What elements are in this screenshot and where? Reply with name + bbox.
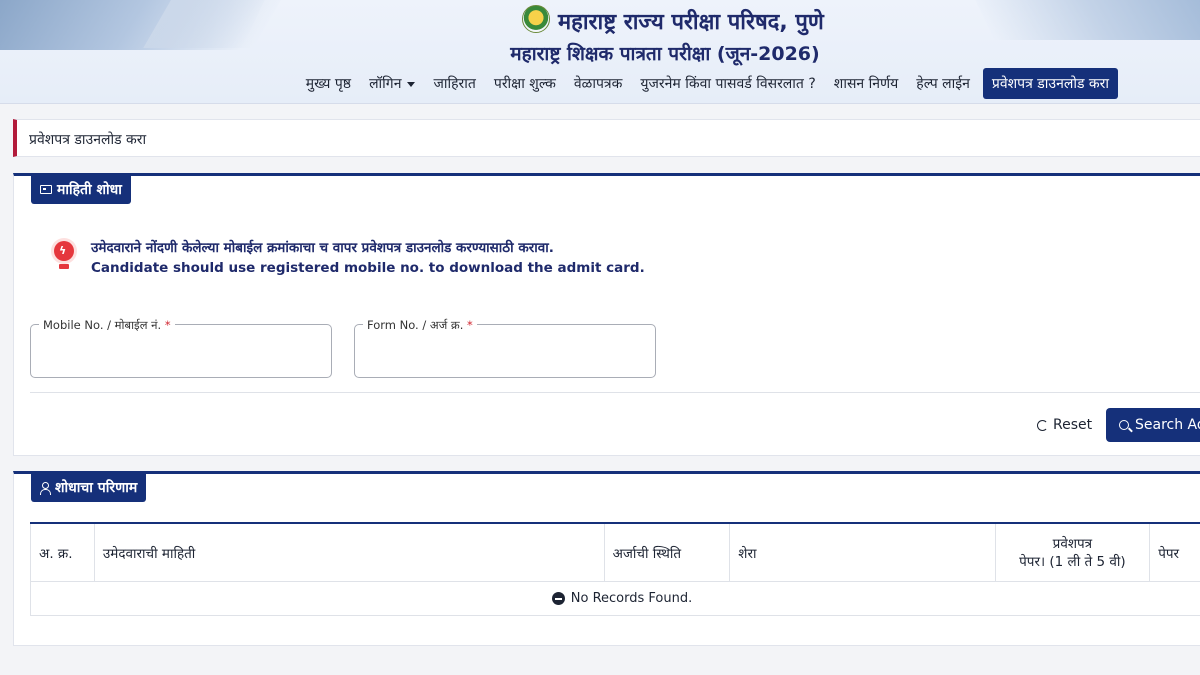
result-panel: शोधाचा परिणाम अ. क्र. उमेदवाराची माहिती … <box>13 471 1200 646</box>
nav-login-label: लॉगिन <box>369 76 402 92</box>
reset-label: Reset <box>1053 417 1093 433</box>
page-title: प्रवेशपत्र डाउनलोड करा <box>29 132 147 148</box>
nav-home[interactable]: मुख्य पृष्ठ <box>297 68 360 99</box>
refresh-icon <box>1037 419 1048 431</box>
result-panel-title: शोधाचा परिणाम <box>55 480 138 496</box>
search-button[interactable]: Search Ad <box>1106 408 1200 442</box>
site-header: महाराष्ट्र राज्य परीक्षा परिषद, पुणे महा… <box>0 0 1200 104</box>
user-icon <box>40 481 51 495</box>
lightbulb-alert-icon: ϟ <box>52 241 76 271</box>
no-entry-icon <box>551 592 565 605</box>
form-no-input[interactable] <box>365 339 645 365</box>
search-label: Search Ad <box>1135 417 1200 433</box>
mobile-input[interactable] <box>41 339 321 365</box>
nav-advertisement[interactable]: जाहिरात <box>424 68 484 99</box>
chevron-down-icon <box>407 81 416 87</box>
col-serial: अ. क्र. <box>31 524 95 581</box>
required-mark: * <box>164 318 171 332</box>
nav-forgot-credentials[interactable]: युजरनेम किंवा पासवर्ड विसरलात ? <box>631 68 824 99</box>
col-candidate-info: उमेदवाराची माहिती <box>95 524 605 581</box>
form-no-label-text: Form No. / अर्ज क्र. <box>367 318 464 332</box>
notice-english: Candidate should use registered mobile n… <box>91 260 645 276</box>
form-no-field: Form No. / अर्ज क्र. * <box>354 318 656 378</box>
col-application-status: अर्जाची स्थिति <box>605 524 731 581</box>
notice-marathi: उमेदवाराने नोंदणी केलेल्या मोबाईल क्रमां… <box>91 240 554 256</box>
col-paper1-label: पेपर। (1 ली ते 5 वी) <box>1019 553 1126 570</box>
col-admit-card-label: प्रवेशपत्र <box>1052 535 1093 552</box>
results-table: अ. क्र. उमेदवाराची माहिती अर्जाची स्थिति… <box>30 522 1200 616</box>
nav-government-resolution[interactable]: शासन निर्णय <box>825 68 907 99</box>
main-nav: मुख्य पृष्ठ लॉगिन जाहिरात परीक्षा शुल्क … <box>297 68 1118 99</box>
nav-login[interactable]: लॉगिन <box>360 68 424 99</box>
nav-exam-fee[interactable]: परीक्षा शुल्क <box>485 68 565 99</box>
required-mark: * <box>467 318 473 332</box>
col-remarks: शेरा <box>730 524 996 581</box>
council-logo-icon <box>522 5 550 33</box>
exam-title: महाराष्ट्र शिक्षक पात्रता परीक्षा (जून-2… <box>510 43 820 65</box>
form-no-field-label: Form No. / अर्ज क्र. * <box>363 318 477 333</box>
breadcrumb: प्रवेशपत्र डाउनलोड करा <box>13 119 1200 157</box>
nav-schedule[interactable]: वेळापत्रक <box>565 68 631 99</box>
nav-download-admit-card[interactable]: प्रवेशपत्र डाउनलोड करा <box>982 68 1118 99</box>
site-title: महाराष्ट्र राज्य परीक्षा परिषद, पुणे <box>558 10 824 35</box>
col-paper2: पेपर <box>1150 524 1200 581</box>
nav-helpline[interactable]: हेल्प लाईन <box>907 68 979 99</box>
mobile-field: Mobile No. / मोबाईल नं. * <box>30 318 332 378</box>
empty-message: No Records Found. <box>570 591 693 606</box>
col-admit-card-paper1: प्रवेशपत्र पेपर। (1 ली ते 5 वी) <box>996 524 1151 581</box>
result-panel-tab: शोधाचा परिणाम <box>31 473 147 502</box>
search-icon <box>1119 420 1129 430</box>
table-header: अ. क्र. उमेदवाराची माहिती अर्जाची स्थिति… <box>30 524 1200 582</box>
divider <box>30 392 1200 393</box>
search-panel-tab: माहिती शोधा <box>31 175 131 204</box>
mobile-notice: उमेदवाराने नोंदणी केलेल्या मोबाईल क्रमां… <box>91 238 645 278</box>
search-panel: माहिती शोधा ϟ उमेदवाराने नोंदणी केलेल्या… <box>13 173 1200 456</box>
mobile-field-label: Mobile No. / मोबाईल नं. * <box>39 318 175 333</box>
search-panel-title: माहिती शोधा <box>57 182 122 198</box>
header-decoration-right <box>966 0 1200 40</box>
mobile-label-text: Mobile No. / मोबाईल नं. <box>43 318 162 332</box>
reset-button[interactable]: Reset <box>1037 417 1092 433</box>
empty-row: No Records Found. <box>30 582 1200 616</box>
id-card-icon <box>40 185 52 194</box>
